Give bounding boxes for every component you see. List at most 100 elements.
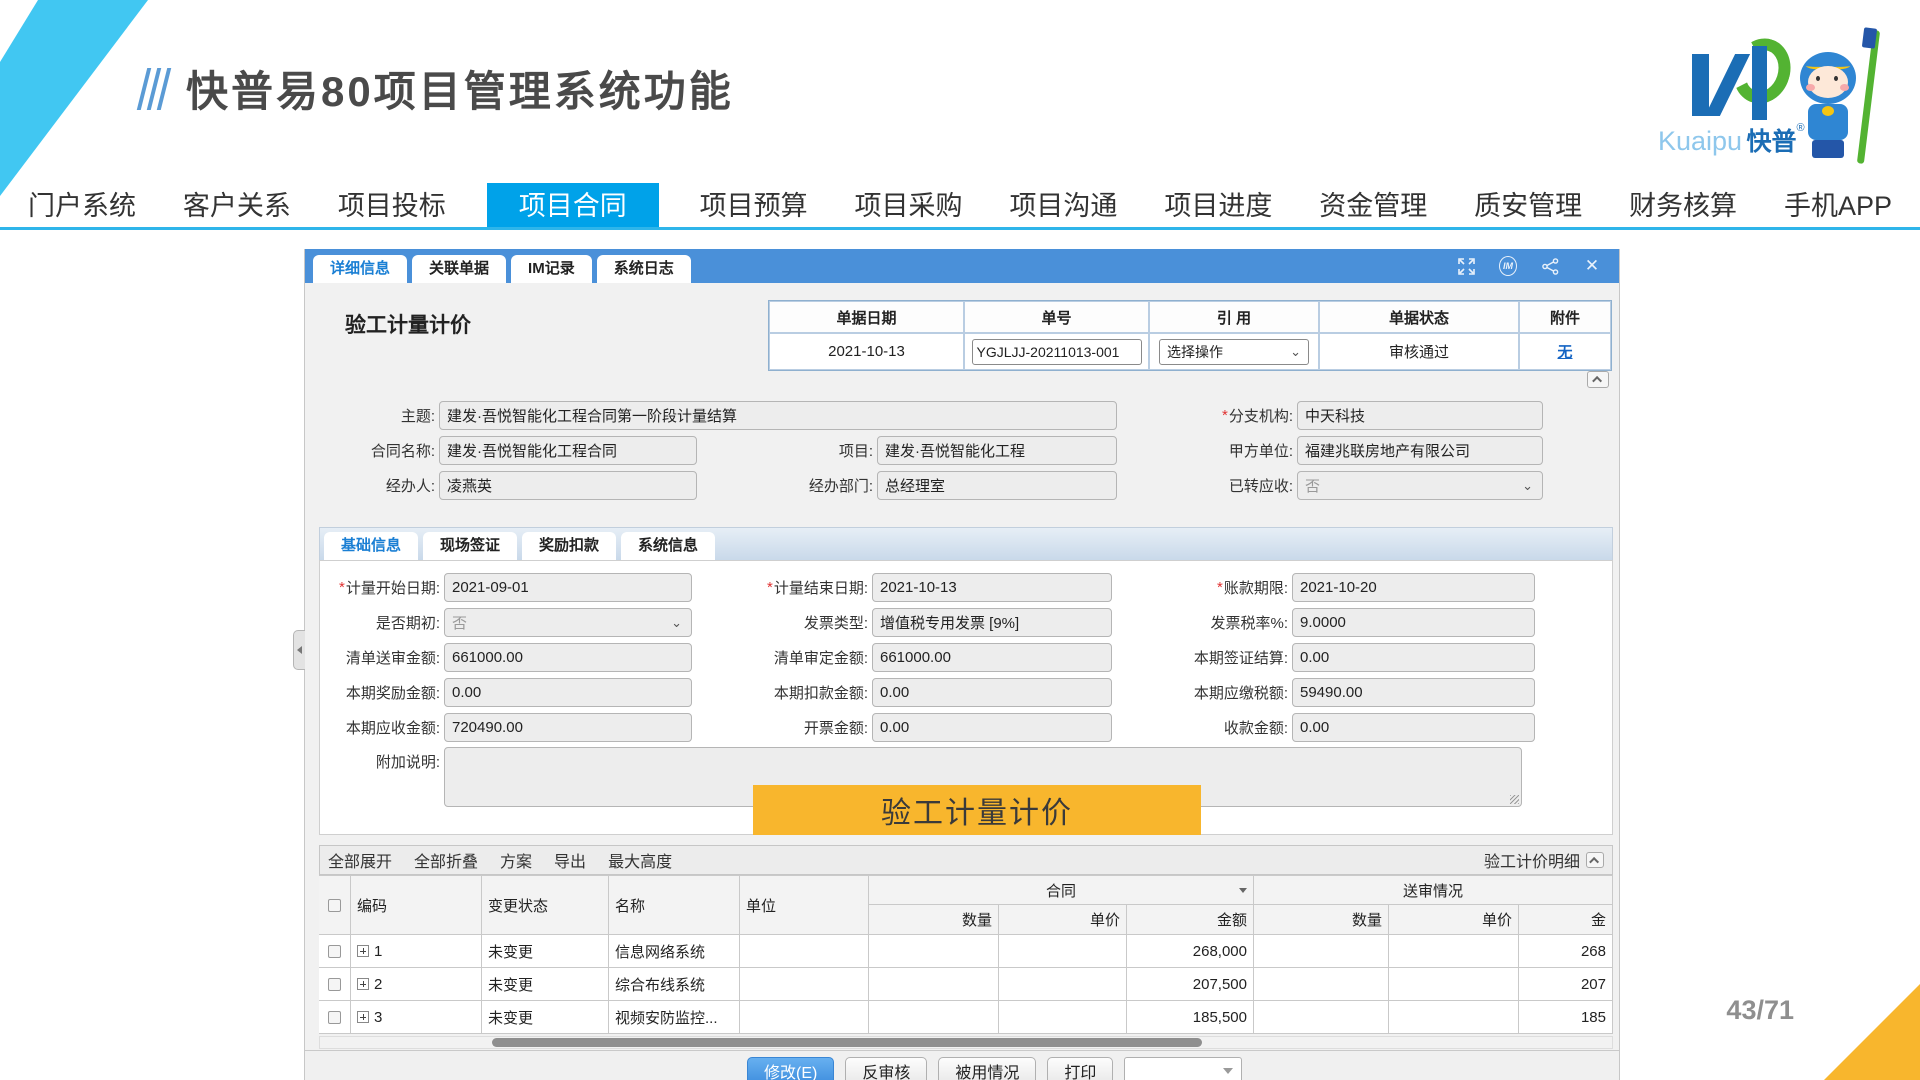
footer-dropdown[interactable]	[1124, 1057, 1242, 1080]
tax-payable-label: 本期应缴税额:	[1116, 678, 1288, 707]
im-icon[interactable]: IM	[1499, 257, 1517, 275]
tax-payable-input[interactable]: 59490.00	[1292, 678, 1535, 707]
nav-item-procurement[interactable]: 项目采购	[849, 183, 969, 227]
project-input[interactable]: 建发·吾悦智能化工程	[877, 436, 1117, 465]
nav-item-crm[interactable]: 客户关系	[177, 183, 297, 227]
reference-select[interactable]: 选择操作 ⌄	[1159, 339, 1309, 365]
project-label: 项目:	[701, 436, 873, 465]
max-height-link[interactable]: 最大高度	[608, 848, 672, 872]
expand-row-icon[interactable]	[357, 945, 369, 957]
col-code: 编码	[351, 875, 482, 935]
reward-amount-label: 本期奖励金额:	[324, 678, 440, 707]
chevron-down-icon: ⌄	[1290, 344, 1301, 360]
kuaipu-logo: Kuaipu 快普®	[1658, 28, 1894, 168]
modify-button[interactable]: 修改(E)	[747, 1057, 834, 1080]
nav-item-funds[interactable]: 资金管理	[1313, 183, 1433, 227]
share-icon[interactable]	[1541, 257, 1559, 275]
receivable-select[interactable]: 否 ⌄	[1297, 471, 1543, 500]
grid-collapse-button[interactable]	[1586, 852, 1604, 868]
received-amount-input[interactable]: 0.00	[1292, 713, 1535, 742]
row-checkbox[interactable]	[328, 978, 341, 991]
contract-input[interactable]: 建发·吾悦智能化工程合同	[439, 436, 697, 465]
doc-number-input[interactable]: YGJLJJ-20211013-001	[972, 339, 1142, 365]
deduction-amount-label: 本期扣款金额:	[696, 678, 868, 707]
scrollbar-thumb[interactable]	[492, 1038, 1202, 1047]
tab-detail-info[interactable]: 详细信息	[313, 255, 407, 283]
submitted-amount-label: 清单送审金额:	[324, 643, 440, 672]
nav-item-progress[interactable]: 项目进度	[1158, 183, 1278, 227]
nav-item-portal[interactable]: 门户系统	[22, 183, 142, 227]
handler-label: 经办人:	[315, 471, 435, 500]
nav-item-quality[interactable]: 质安管理	[1468, 183, 1588, 227]
tab-system-log[interactable]: 系统日志	[597, 255, 691, 283]
handler-input[interactable]: 凌燕英	[439, 471, 697, 500]
row-review-qty	[1254, 1001, 1389, 1034]
visa-settlement-input[interactable]: 0.00	[1292, 643, 1535, 672]
scheme-link[interactable]: 方案	[500, 848, 532, 872]
col-name: 名称	[609, 875, 740, 935]
close-icon[interactable]: ✕	[1583, 257, 1601, 275]
nav-item-bidding[interactable]: 项目投标	[332, 183, 452, 227]
expand-row-icon[interactable]	[357, 1011, 369, 1023]
branch-input[interactable]: 中天科技	[1297, 401, 1543, 430]
initial-period-label: 是否期初:	[324, 608, 440, 637]
row-checkbox[interactable]	[328, 945, 341, 958]
usage-button[interactable]: 被用情况	[938, 1057, 1036, 1080]
initial-period-select[interactable]: 否 ⌄	[444, 608, 692, 637]
end-date-input[interactable]: 2021-10-13	[872, 573, 1112, 602]
expand-all-link[interactable]: 全部展开	[328, 848, 392, 872]
row-status: 未变更	[482, 1001, 609, 1034]
row-name: 综合布线系统	[609, 968, 740, 1001]
collapse-all-link[interactable]: 全部折叠	[414, 848, 478, 872]
nav-item-finance[interactable]: 财务核算	[1623, 183, 1743, 227]
invoice-type-input[interactable]: 增值税专用发票 [9%]	[872, 608, 1112, 637]
receivable-amount-input[interactable]: 720490.00	[444, 713, 692, 742]
fullscreen-icon[interactable]	[1457, 257, 1475, 275]
submitted-amount-input[interactable]: 661000.00	[444, 643, 692, 672]
row-contract-price	[999, 935, 1127, 968]
row-contract-qty	[869, 935, 999, 968]
nav-item-communication[interactable]: 项目沟通	[1003, 183, 1123, 227]
nav-item-budget[interactable]: 项目预算	[694, 183, 814, 227]
nav-item-contract-active[interactable]: 项目合同	[487, 183, 659, 227]
export-link[interactable]: 导出	[554, 848, 586, 872]
approved-amount-input[interactable]: 661000.00	[872, 643, 1112, 672]
reward-amount-input[interactable]: 0.00	[444, 678, 692, 707]
subtab-reward-deduction[interactable]: 奖励扣款	[522, 532, 616, 560]
slide-header: 快普易80项目管理系统功能	[142, 58, 734, 119]
row-contract-qty	[869, 968, 999, 1001]
row-review-qty	[1254, 968, 1389, 1001]
invoiced-amount-input[interactable]: 0.00	[872, 713, 1112, 742]
select-all-checkbox[interactable]	[328, 899, 341, 912]
tab-im-record[interactable]: IM记录	[511, 255, 592, 283]
panel-collapse-handle[interactable]	[293, 630, 305, 670]
tax-rate-input[interactable]: 9.0000	[1292, 608, 1535, 637]
subtab-site-visa[interactable]: 现场签证	[423, 532, 517, 560]
row-checkbox-cell	[319, 935, 351, 968]
attachment-link[interactable]: 无	[1557, 341, 1572, 362]
row-checkbox[interactable]	[328, 1011, 341, 1024]
col-contract-qty: 数量	[869, 905, 999, 935]
corner-decoration-bottom-right	[1824, 984, 1920, 1080]
subtab-basic-info[interactable]: 基础信息	[324, 532, 418, 560]
dept-input[interactable]: 总经理室	[877, 471, 1117, 500]
tab-related-docs[interactable]: 关联单据	[412, 255, 506, 283]
group-review: 送审情况	[1254, 875, 1613, 905]
header-collapse-button[interactable]	[1587, 371, 1609, 388]
deduction-amount-input[interactable]: 0.00	[872, 678, 1112, 707]
mascot-illustration	[1794, 34, 1886, 166]
chevron-down-icon	[1223, 1068, 1233, 1074]
start-date-input[interactable]: 2021-09-01	[444, 573, 692, 602]
subject-label: 主题:	[315, 401, 435, 430]
due-date-input[interactable]: 2021-10-20	[1292, 573, 1535, 602]
party-input[interactable]: 福建兆联房地产有限公司	[1297, 436, 1543, 465]
window-footer: 修改(E) 反审核 被用情况 打印	[305, 1050, 1619, 1080]
subtab-system-info[interactable]: 系统信息	[621, 532, 715, 560]
unaudit-button[interactable]: 反审核	[845, 1057, 927, 1080]
horizontal-scrollbar[interactable]	[319, 1036, 1613, 1049]
nav-item-mobile-app[interactable]: 手机APP	[1778, 183, 1898, 227]
filter-caret-icon[interactable]	[1239, 888, 1247, 893]
subject-input[interactable]: 建发·吾悦智能化工程合同第一阶段计量结算	[439, 401, 1117, 430]
expand-row-icon[interactable]	[357, 978, 369, 990]
print-button[interactable]: 打印	[1047, 1057, 1113, 1080]
